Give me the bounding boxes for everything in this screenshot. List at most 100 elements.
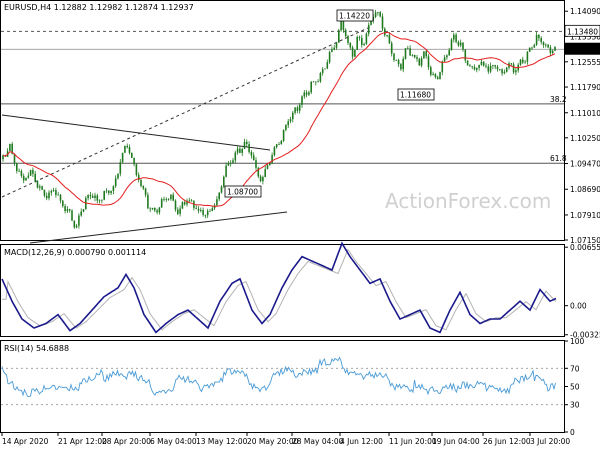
candle-body (57, 194, 59, 196)
candle-body (319, 72, 322, 82)
candle-body (133, 157, 135, 165)
candle-body (98, 200, 101, 202)
candle-body (305, 92, 308, 95)
candle-body (250, 151, 253, 156)
candle-body (388, 35, 391, 44)
candle-body (404, 48, 407, 59)
candle-body (298, 104, 301, 111)
candle-body (68, 209, 71, 211)
x-tick-label: 21 Apr 12:00 (58, 437, 107, 446)
candle-body (459, 42, 462, 46)
rsi-y-tick-label: 30 (570, 401, 580, 410)
candle-body (154, 207, 156, 211)
current-price-label: 1.12937 (567, 45, 598, 54)
candle-body (22, 175, 25, 181)
rsi-y-tick-label: 70 (570, 364, 580, 373)
candle-body (338, 30, 340, 43)
candle-body (347, 36, 349, 43)
candle-body (227, 163, 230, 166)
candle-body (89, 195, 92, 197)
candle-body (485, 65, 487, 67)
macd-header: MACD(12,26,9) 0.000790 0.001114 (4, 248, 146, 257)
candle-body (216, 199, 218, 206)
candle-body (333, 47, 335, 50)
candle-body (492, 65, 494, 66)
candle-body (48, 192, 50, 199)
candle-body (108, 190, 110, 194)
candle-body (285, 125, 287, 131)
candle-body (105, 190, 108, 192)
candle-body (443, 57, 446, 62)
main-y-tick-label: 1.10250 (570, 134, 600, 143)
candle-body (144, 188, 147, 195)
candle-body (342, 20, 345, 30)
candle-body (266, 165, 269, 170)
candle-body (535, 34, 538, 45)
candle-body (326, 62, 329, 69)
candle-body (114, 178, 117, 187)
candle-body (354, 49, 356, 57)
resistance-price-label: 1.13480 (567, 27, 598, 36)
candle-body (386, 35, 388, 36)
candle-body (172, 194, 174, 201)
candle-body (344, 29, 347, 37)
triangle-upper-line (1, 114, 271, 151)
rsi-header: RSI(14) 54.6888 (4, 344, 69, 353)
candle-body (218, 192, 220, 200)
candle-body (361, 37, 363, 45)
candle-body (87, 195, 89, 199)
candle-body (512, 64, 515, 73)
candle-body (204, 214, 207, 216)
rsi-y-tick-label: 100 (570, 337, 585, 346)
rsi-line (1, 356, 556, 398)
candle-body (223, 176, 225, 187)
candle-body (177, 209, 179, 214)
candle-body (453, 34, 455, 40)
high-callout-label: 1.14220 (339, 12, 370, 21)
candle-body (142, 186, 145, 189)
candle-body (124, 145, 126, 153)
rsi-y-tick-label: 0 (570, 428, 575, 437)
candle-body (296, 107, 299, 111)
candle-body (315, 81, 317, 83)
candle-body (482, 61, 485, 66)
candle-body (195, 207, 197, 209)
candle-body (91, 196, 94, 198)
candle-body (423, 51, 425, 59)
watermark: ActionForex.com (385, 189, 551, 213)
candle-body (365, 33, 368, 44)
chart-root: 1.14090 1.13330 1.12555 1.11790 1.11010 1.102… (0, 0, 600, 450)
candle-body (413, 54, 416, 58)
candle-body (395, 60, 398, 61)
candle-body (119, 162, 122, 174)
candle-body (202, 210, 204, 215)
candle-body (55, 190, 57, 196)
candle-body (252, 155, 255, 161)
candle-body (45, 195, 48, 199)
candle-body (289, 119, 292, 122)
candle-body (131, 152, 133, 158)
x-tick-label: 13 May 12:00 (196, 437, 248, 446)
candle-body (418, 58, 421, 66)
candle-body (400, 64, 402, 70)
candle-body (234, 152, 237, 161)
candle-body (363, 43, 365, 45)
candle-body (160, 199, 163, 208)
candle-body (411, 54, 414, 56)
candle-body (121, 152, 124, 163)
guides-layer (1, 26, 564, 406)
main-y-tick-label: 1.11790 (570, 83, 600, 92)
candle-body (471, 66, 473, 68)
candle-body (324, 68, 326, 70)
candle-body (441, 61, 444, 73)
candle-body (59, 194, 62, 201)
candle-body (158, 207, 161, 213)
candle-body (303, 92, 306, 97)
x-tick-label: 14 Apr 2020 (2, 437, 49, 446)
candle-body (407, 48, 409, 50)
candle-body (248, 144, 250, 152)
candle-body (381, 16, 384, 29)
candle-body (96, 195, 99, 201)
candle-body (255, 160, 257, 168)
candle-body (241, 148, 243, 153)
